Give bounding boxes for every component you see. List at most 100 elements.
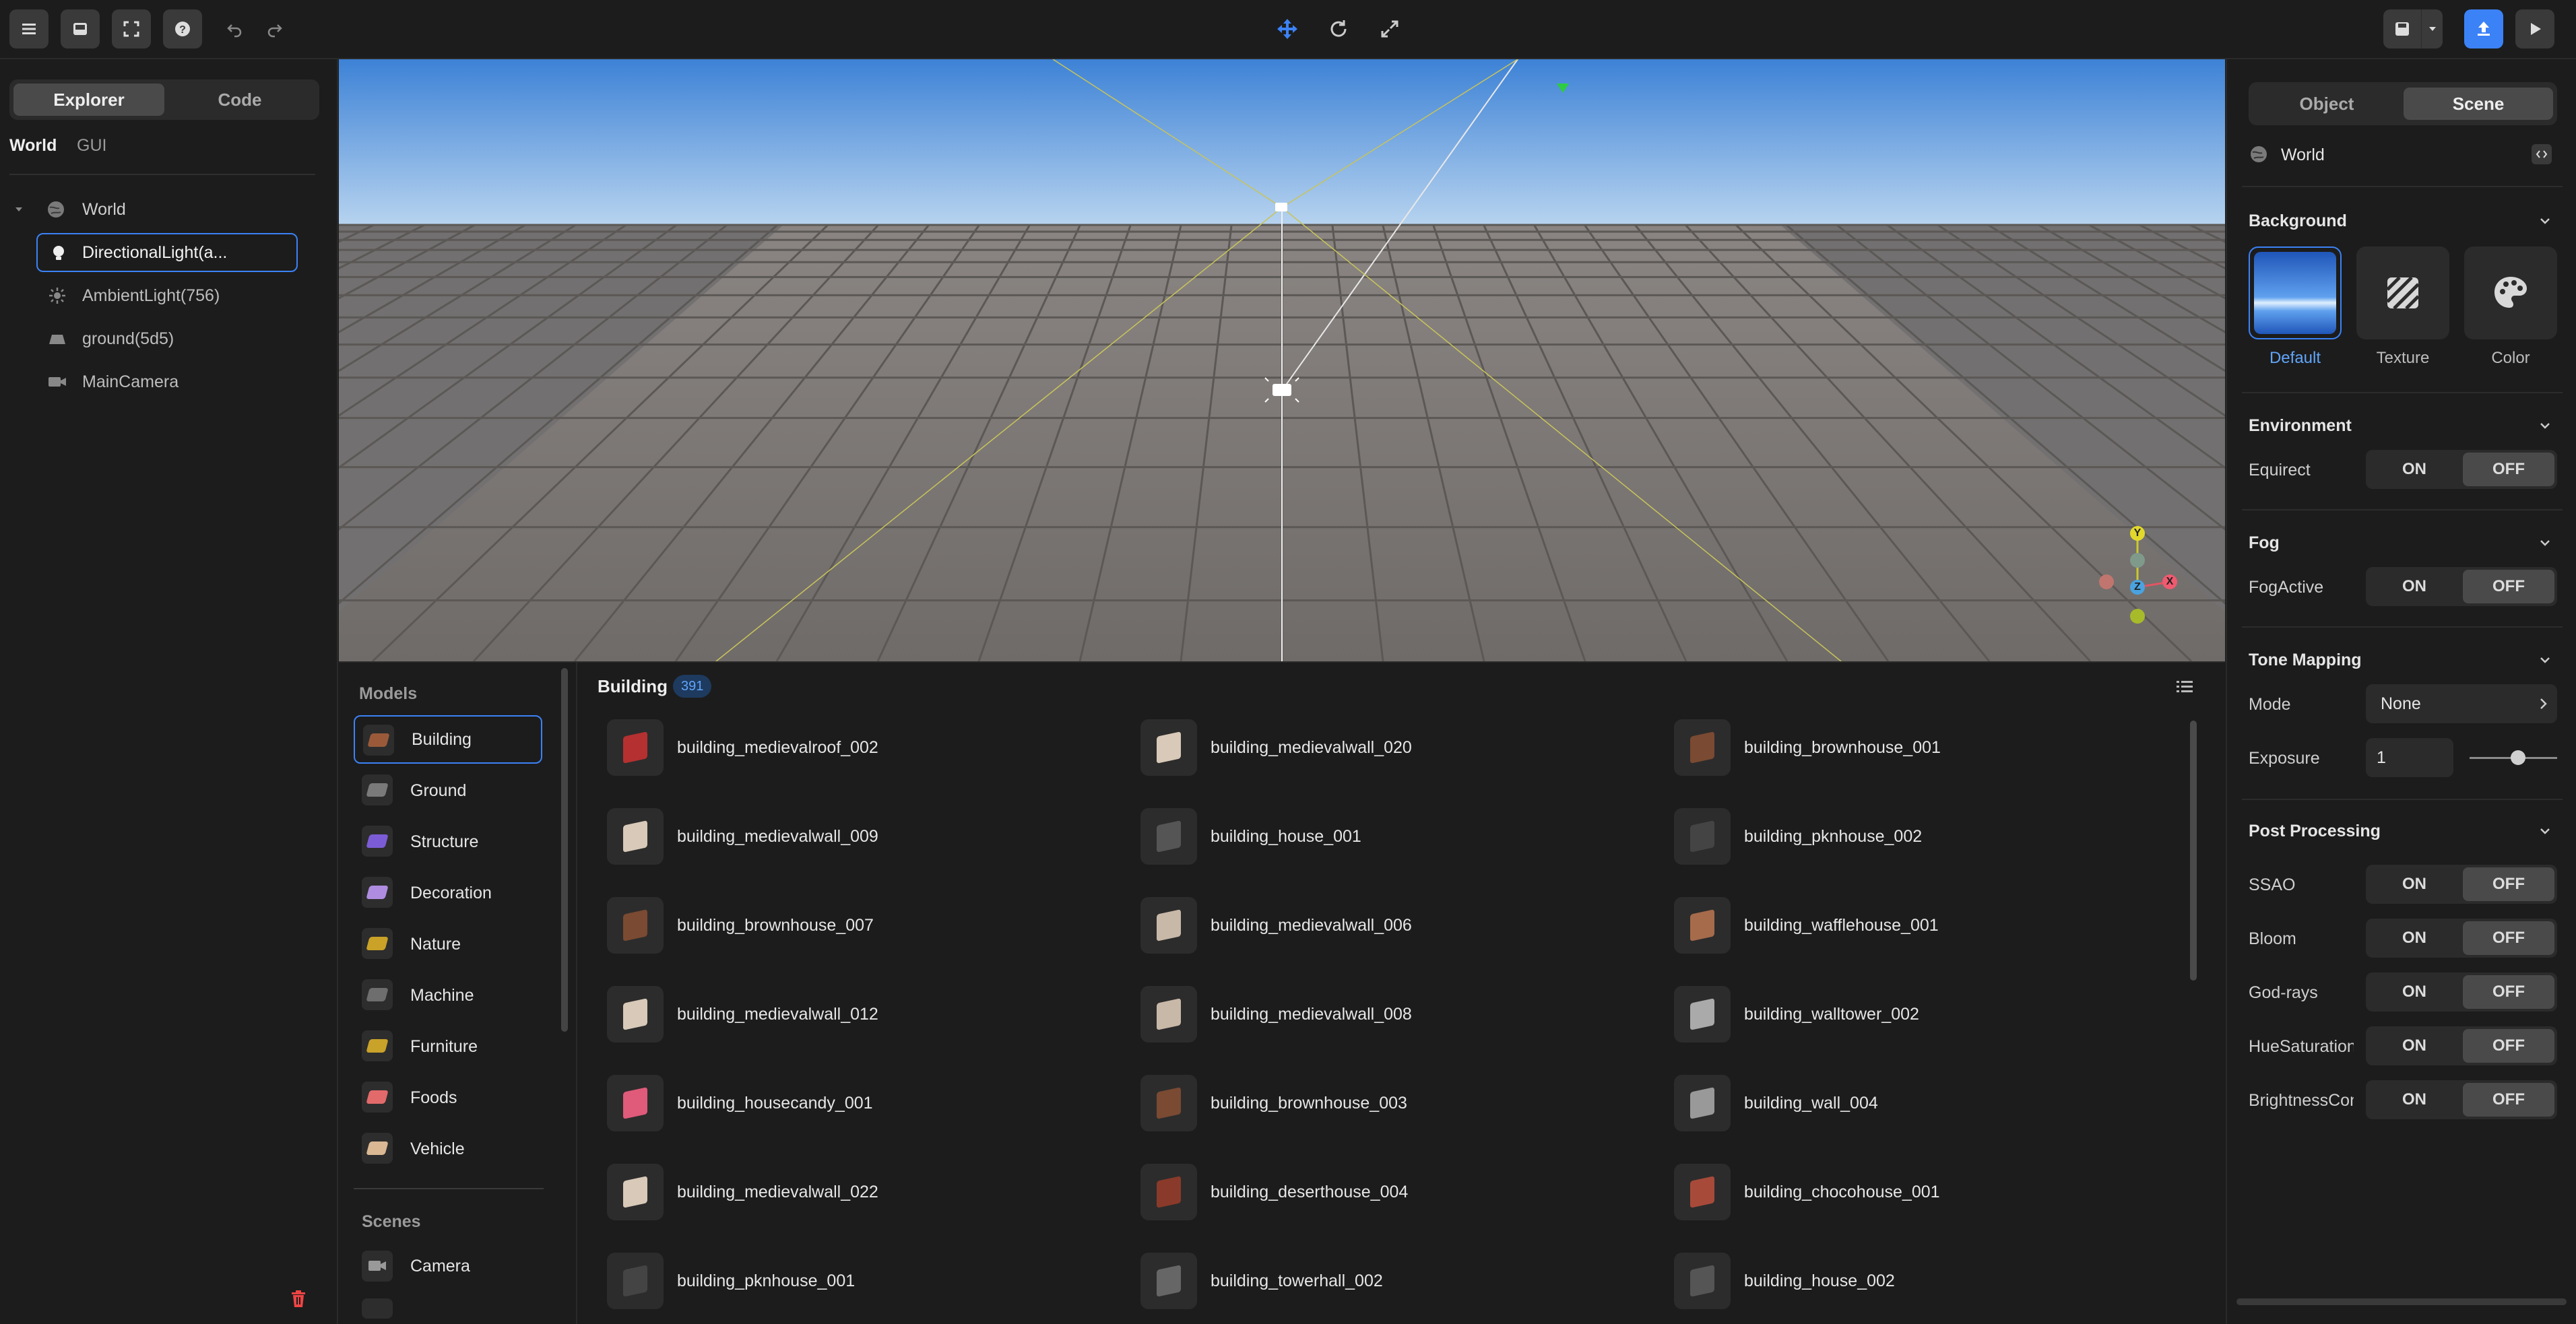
save-dropdown-button[interactable] bbox=[2421, 9, 2443, 48]
category-building[interactable]: Building bbox=[354, 715, 542, 764]
asset-item[interactable]: building_medievalwall_012 bbox=[607, 982, 1132, 1047]
asset-label: building_housecandy_001 bbox=[677, 1093, 873, 1113]
gizmo-z-axis[interactable]: Z bbox=[2130, 580, 2145, 595]
asset-item[interactable]: building_medievalwall_006 bbox=[1140, 893, 1666, 958]
post-processing-label: SSAO bbox=[2249, 875, 2296, 894]
tree-node-directional-light[interactable]: DirectionalLight(a... bbox=[36, 233, 298, 272]
equirect-off[interactable]: OFF bbox=[2463, 453, 2554, 486]
asset-item[interactable]: building_deserthouse_004 bbox=[1140, 1160, 1666, 1224]
tab-scene[interactable]: Scene bbox=[2404, 88, 2553, 120]
fogactive-on[interactable]: ON bbox=[2369, 570, 2460, 603]
asset-item[interactable]: building_pknhouse_001 bbox=[607, 1249, 1132, 1313]
category-nature[interactable]: Nature bbox=[354, 920, 542, 968]
inbox-button[interactable] bbox=[61, 9, 100, 48]
toggle-on[interactable]: ON bbox=[2369, 867, 2460, 901]
chevron-down-icon[interactable] bbox=[2537, 535, 2553, 551]
exposure-slider-thumb[interactable] bbox=[2510, 750, 2525, 765]
gizmo-x-axis[interactable]: X bbox=[2162, 574, 2177, 589]
fullscreen-button[interactable] bbox=[112, 9, 151, 48]
asset-item[interactable]: building_medievalwall_008 bbox=[1140, 982, 1666, 1047]
asset-thumbnail bbox=[1674, 808, 1731, 865]
tree-node-world[interactable]: World bbox=[0, 190, 323, 229]
exposure-input[interactable]: 1 bbox=[2366, 738, 2453, 777]
asset-label: building_medievalwall_020 bbox=[1211, 737, 1412, 757]
background-color-option[interactable] bbox=[2464, 246, 2557, 339]
chevron-down-icon[interactable] bbox=[2537, 213, 2553, 229]
chevron-down-icon[interactable] bbox=[2537, 823, 2553, 839]
move-tool-button[interactable] bbox=[1268, 9, 1307, 48]
scale-tool-button[interactable] bbox=[1370, 9, 1409, 48]
asset-item[interactable]: building_walltower_002 bbox=[1674, 982, 2199, 1047]
exposure-label: Exposure bbox=[2249, 749, 2320, 768]
toggle-off[interactable]: OFF bbox=[2463, 867, 2554, 901]
menu-button[interactable] bbox=[9, 9, 49, 48]
asset-item[interactable]: building_house_001 bbox=[1140, 804, 1666, 869]
publish-button[interactable] bbox=[2464, 9, 2503, 48]
tree-node-main-camera[interactable]: MainCamera bbox=[0, 362, 323, 401]
asset-item[interactable]: building_chocohouse_001 bbox=[1674, 1160, 2199, 1224]
ground-icon bbox=[47, 329, 67, 349]
equirect-on[interactable]: ON bbox=[2369, 453, 2460, 486]
asset-item[interactable]: building_brownhouse_003 bbox=[1140, 1071, 1666, 1135]
undo-button[interactable] bbox=[216, 9, 255, 48]
asset-label: building_brownhouse_003 bbox=[1211, 1093, 1407, 1113]
tab-object[interactable]: Object bbox=[2253, 88, 2401, 120]
asset-scrollbar[interactable] bbox=[2190, 721, 2197, 981]
save-button[interactable] bbox=[2383, 9, 2421, 48]
asset-item[interactable]: building_pknhouse_002 bbox=[1674, 804, 2199, 869]
toggle-off[interactable]: OFF bbox=[2463, 921, 2554, 955]
asset-item[interactable]: building_house_002 bbox=[1674, 1249, 2199, 1313]
toggle-off[interactable]: OFF bbox=[2463, 1083, 2554, 1117]
category-decoration[interactable]: Decoration bbox=[354, 869, 542, 917]
category-foods[interactable]: Foods bbox=[354, 1073, 542, 1122]
toggle-on[interactable]: ON bbox=[2369, 1029, 2460, 1063]
tab-code[interactable]: Code bbox=[164, 84, 315, 116]
rotate-tool-button[interactable] bbox=[1319, 9, 1358, 48]
code-toggle-button[interactable] bbox=[2532, 144, 2552, 164]
toggle-on[interactable]: ON bbox=[2369, 975, 2460, 1009]
background-default-option[interactable] bbox=[2249, 246, 2342, 339]
list-view-button[interactable] bbox=[2174, 676, 2195, 698]
asset-item[interactable]: building_brownhouse_001 bbox=[1674, 715, 2199, 780]
subtab-world[interactable]: World bbox=[9, 136, 57, 156]
asset-item[interactable]: building_medievalwall_020 bbox=[1140, 715, 1666, 780]
toggle-off[interactable]: OFF bbox=[2463, 1029, 2554, 1063]
scene-render bbox=[339, 59, 2225, 661]
delete-button[interactable] bbox=[287, 1288, 310, 1311]
category-vehicle[interactable]: Vehicle bbox=[354, 1125, 542, 1173]
background-texture-option[interactable] bbox=[2356, 246, 2449, 339]
category-ground[interactable]: Ground bbox=[354, 766, 542, 815]
asset-item[interactable]: building_medievalwall_009 bbox=[607, 804, 1132, 869]
chevron-down-icon[interactable] bbox=[2537, 652, 2553, 668]
asset-item[interactable]: building_medievalwall_022 bbox=[607, 1160, 1132, 1224]
axis-gizmo[interactable]: Y X Z bbox=[2084, 517, 2191, 625]
category-structure[interactable]: Structure bbox=[354, 818, 542, 866]
gizmo-y-axis[interactable]: Y bbox=[2130, 526, 2145, 541]
tree-node-ambient-light[interactable]: AmbientLight(756) bbox=[0, 276, 323, 315]
category-machine[interactable]: Machine bbox=[354, 971, 542, 1020]
category-scrollbar[interactable] bbox=[561, 668, 568, 1032]
asset-item[interactable]: building_medievalroof_002 bbox=[607, 715, 1132, 780]
toggle-on[interactable]: ON bbox=[2369, 1083, 2460, 1117]
help-button[interactable]: ? bbox=[163, 9, 202, 48]
mode-select[interactable]: None bbox=[2366, 684, 2557, 723]
asset-item[interactable]: building_wafflehouse_001 bbox=[1674, 893, 2199, 958]
tree-node-ground[interactable]: ground(5d5) bbox=[0, 319, 323, 358]
category-camera[interactable]: Camera bbox=[354, 1242, 542, 1290]
category-furniture[interactable]: Furniture bbox=[354, 1022, 542, 1071]
category-thumbnail-shape bbox=[366, 937, 389, 950]
fogactive-off[interactable]: OFF bbox=[2463, 570, 2554, 603]
asset-item[interactable]: building_brownhouse_007 bbox=[607, 893, 1132, 958]
subtab-gui[interactable]: GUI bbox=[77, 136, 106, 156]
tab-explorer[interactable]: Explorer bbox=[13, 84, 164, 116]
play-button[interactable] bbox=[2515, 9, 2554, 48]
panel-scrollbar[interactable] bbox=[2236, 1298, 2567, 1305]
3d-viewport[interactable]: Y X Z bbox=[339, 59, 2225, 661]
asset-item[interactable]: building_housecandy_001 bbox=[607, 1071, 1132, 1135]
asset-item[interactable]: building_wall_004 bbox=[1674, 1071, 2199, 1135]
chevron-down-icon[interactable] bbox=[2537, 418, 2553, 434]
toggle-on[interactable]: ON bbox=[2369, 921, 2460, 955]
redo-button[interactable] bbox=[255, 9, 294, 48]
asset-item[interactable]: building_towerhall_002 bbox=[1140, 1249, 1666, 1313]
toggle-off[interactable]: OFF bbox=[2463, 975, 2554, 1009]
